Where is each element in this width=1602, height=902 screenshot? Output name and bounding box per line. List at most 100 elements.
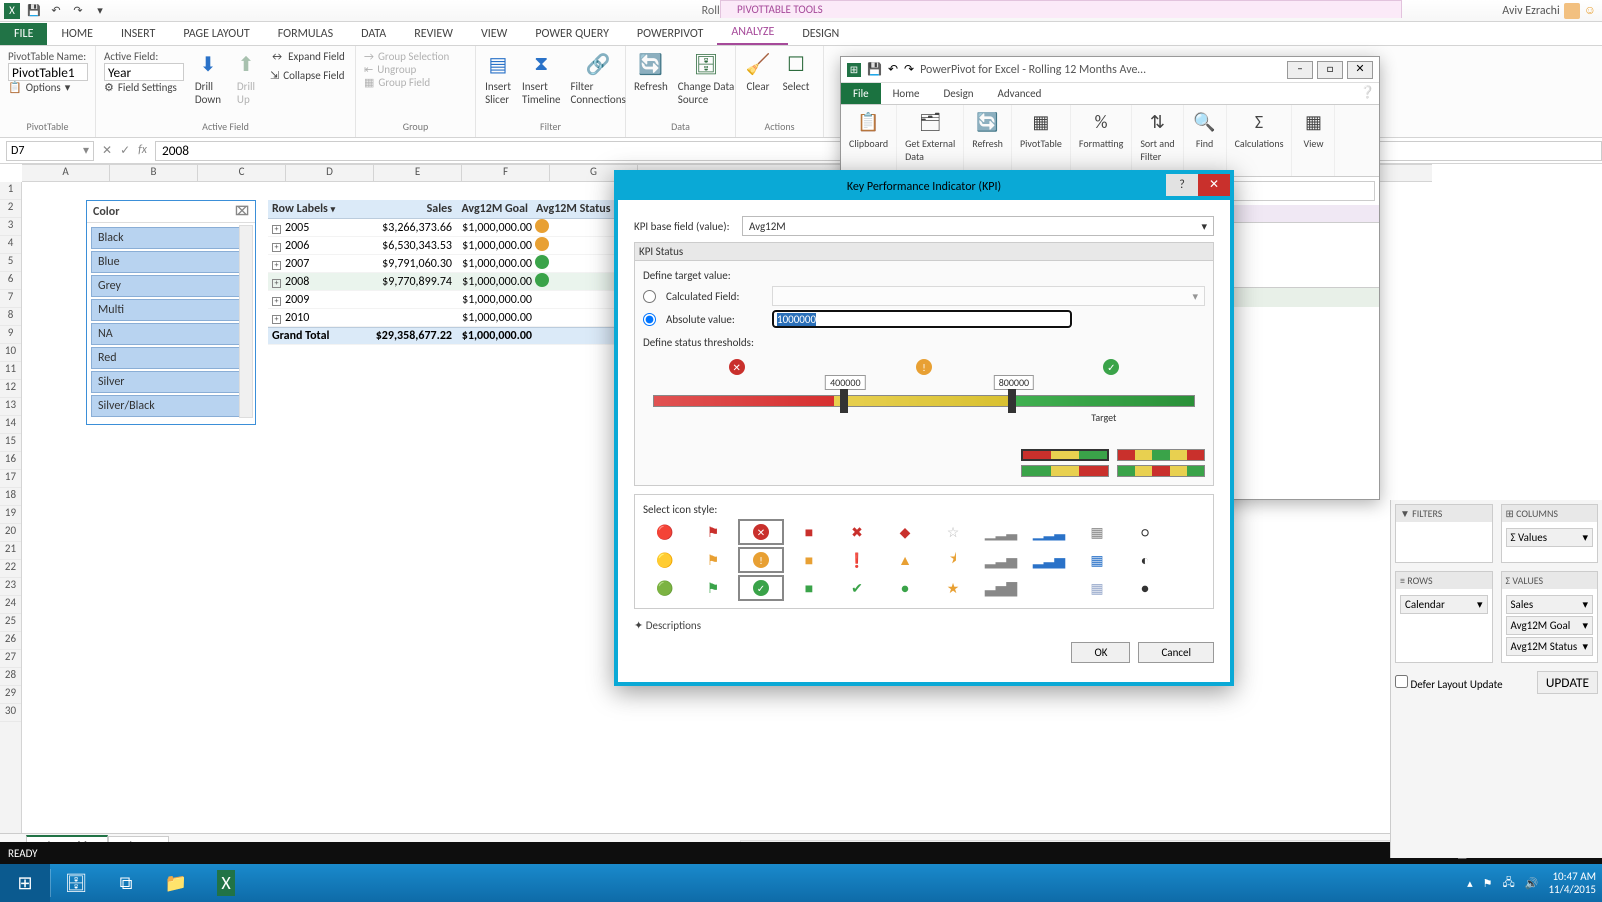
pivot-name-input[interactable] (8, 63, 88, 81)
tray-network-icon[interactable]: 🖧 (1503, 874, 1515, 893)
slicer-item[interactable]: Multi (91, 299, 251, 321)
taskbar-servermanager-icon[interactable]: 🗄 (51, 864, 101, 902)
threshold-high-value[interactable]: 800000 (994, 375, 1034, 390)
pp-tab-file[interactable]: File (841, 83, 881, 104)
smile-icon[interactable]: ☺ (1584, 3, 1596, 18)
slicer-item[interactable]: NA (91, 323, 251, 345)
pivot-fields-panel[interactable]: ▼ FILTERS ⊞ COLUMNSΣ Values▾ ≡ ROWSCalen… (1390, 500, 1602, 858)
threshold-handle-high[interactable] (1008, 389, 1016, 413)
icon-exclaim[interactable]: ❗ (835, 548, 879, 572)
start-button[interactable]: ⊞ (0, 864, 50, 902)
icon-bar-blank[interactable] (1027, 576, 1071, 600)
pp-formatting-button[interactable]: %Formatting (1071, 105, 1132, 176)
palette-gyr2[interactable] (1117, 465, 1205, 477)
pp-sortfilter-button[interactable]: ⇅Sort and Filter (1132, 105, 1183, 176)
icon-x[interactable]: ✖ (835, 520, 879, 544)
pp-refresh-button[interactable]: 🔄Refresh (964, 105, 1012, 176)
icon-exclaim-circle[interactable]: ! (739, 548, 783, 572)
pp-view-button[interactable]: ▦View (1292, 105, 1335, 176)
tab-home[interactable]: HOME (47, 23, 107, 45)
palette-ryg[interactable] (1021, 449, 1109, 461)
tab-powerquery[interactable]: POWER QUERY (521, 23, 623, 45)
refresh-button[interactable]: 🔄Refresh (634, 50, 668, 93)
threshold-low-value[interactable]: 400000 (825, 375, 865, 390)
fx-icon[interactable]: fx (138, 143, 147, 158)
icon-circle-green[interactable]: ● (883, 576, 927, 600)
palette-ryg2[interactable] (1117, 449, 1205, 461)
rowlabels-filter-icon[interactable]: ▾ (331, 204, 336, 215)
icon-grid-grey[interactable]: ▦ (1075, 520, 1119, 544)
pp-tab-home[interactable]: Home (881, 83, 932, 104)
icon-grid-lite[interactable]: ▦ (1075, 576, 1119, 600)
descriptions-toggle[interactable]: ✦ Descriptions (618, 619, 1230, 632)
icon-triangle[interactable]: ▲ (883, 548, 927, 572)
update-button[interactable]: UPDATE (1537, 671, 1598, 694)
expand-icon[interactable]: + (272, 243, 281, 252)
pp-redo-icon[interactable]: ↷ (904, 62, 914, 77)
insert-slicer-button[interactable]: ▤Insert Slicer (484, 50, 512, 106)
name-box[interactable]: D7▾ (6, 141, 94, 161)
icon-traffic-red[interactable]: 🔴 (643, 520, 687, 544)
undo-icon[interactable]: ↶ (48, 3, 64, 19)
tab-insert[interactable]: INSERT (107, 23, 169, 45)
icon-flag-yellow[interactable]: ⚑ (691, 548, 735, 572)
icon-traffic-yellow[interactable]: 🟡 (643, 548, 687, 572)
icon-star-full[interactable]: ★ (931, 576, 975, 600)
pp-tab-advanced[interactable]: Advanced (986, 83, 1054, 104)
icon-star-empty[interactable]: ☆ (931, 520, 975, 544)
pp-getdata-button[interactable]: 🗂Get External Data (897, 105, 964, 176)
pp-find-button[interactable]: 🔍Find (1184, 105, 1227, 176)
field-avg12m-status[interactable]: Avg12M Status▾ (1506, 637, 1594, 656)
clear-button[interactable]: 🧹Clear (744, 50, 772, 93)
tab-design[interactable]: DESIGN (788, 23, 853, 45)
tab-powerpivot[interactable]: POWERPIVOT (623, 23, 717, 45)
icon-star-half[interactable]: ⯨ (931, 548, 975, 572)
tab-view[interactable]: VIEW (467, 23, 521, 45)
tray-flag-icon[interactable]: ⚑ (1483, 877, 1493, 890)
tab-pagelayout[interactable]: PAGE LAYOUT (169, 23, 263, 45)
tray-up-icon[interactable]: ▴ (1467, 877, 1473, 890)
icon-grid-blue[interactable]: ▦ (1075, 548, 1119, 572)
pivot-table[interactable]: Row Labels ▾ Sales Avg12M Goal Avg12M St… (268, 200, 628, 345)
accept-formula-icon[interactable]: ✓ (120, 143, 130, 158)
taskbar[interactable]: ⊞ 🗄 ⧉ 📁 X ▴ ⚑ 🖧 🔊 10:47 AM 11/4/2015 (0, 864, 1602, 902)
icon-flag-green[interactable]: ⚑ (691, 576, 735, 600)
avatar[interactable] (1564, 3, 1580, 19)
slicer-item[interactable]: Grey (91, 275, 251, 297)
insert-timeline-button[interactable]: ⧗Insert Timeline (522, 50, 560, 106)
qat-customize-icon[interactable]: ▾ (92, 3, 108, 19)
pp-maximize-button[interactable]: □ (1317, 61, 1343, 79)
collapse-field-button[interactable]: ⇲ Collapse Field (270, 69, 345, 82)
expand-icon[interactable]: + (272, 279, 281, 288)
tab-review[interactable]: REVIEW (400, 23, 467, 45)
field-settings-button[interactable]: ⚙Field Settings (104, 81, 184, 94)
tab-analyze[interactable]: ANALYZE (717, 21, 788, 45)
expand-icon[interactable]: + (272, 297, 281, 306)
field-values-summary[interactable]: Σ Values▾ (1506, 528, 1594, 547)
pp-clipboard-button[interactable]: 📋Clipboard (841, 105, 897, 176)
expand-icon[interactable]: + (272, 315, 281, 324)
tab-formulas[interactable]: FORMULAS (264, 23, 347, 45)
defer-update-checkbox[interactable]: Defer Layout Update (1395, 675, 1503, 691)
field-avg12m-goal[interactable]: Avg12M Goal▾ (1506, 616, 1594, 635)
kpi-close-button[interactable]: ✕ (1198, 174, 1230, 196)
options-button[interactable]: 📋Options ▾ (8, 81, 87, 94)
threshold-handle-low[interactable] (840, 389, 848, 413)
icon-traffic-green[interactable]: 🟢 (643, 576, 687, 600)
icon-diamond-red[interactable]: ◆ (883, 520, 927, 544)
slicer-item[interactable]: Red (91, 347, 251, 369)
tab-file[interactable]: FILE (0, 23, 47, 45)
pp-undo-icon[interactable]: ↶ (888, 62, 898, 77)
kpi-dialog[interactable]: Key Performance Indicator (KPI) ? ✕ KPI … (614, 170, 1234, 686)
pp-minimize-button[interactable]: – (1287, 61, 1313, 79)
icon-bar-mid-blue[interactable]: ▂▃▅ (1027, 548, 1071, 572)
user-name[interactable]: Aviv Ezrachi (1502, 4, 1559, 18)
icon-bar-full[interactable]: ▃▅▇ (979, 576, 1023, 600)
pp-calculations-button[interactable]: ΣCalculations (1227, 105, 1293, 176)
kpi-help-button[interactable]: ? (1166, 174, 1198, 196)
absolute-value-input[interactable] (772, 310, 1072, 328)
field-calendar[interactable]: Calendar▾ (1400, 595, 1488, 614)
pp-close-button[interactable]: ✕ (1347, 61, 1373, 79)
cancel-formula-icon[interactable]: ✕ (102, 143, 112, 158)
drill-down-button[interactable]: ⬇Drill Down (194, 50, 222, 106)
